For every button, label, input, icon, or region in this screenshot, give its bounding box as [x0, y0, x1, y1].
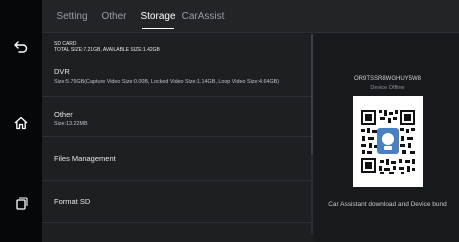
list-item-format-sd[interactable]: Format SD: [42, 180, 313, 223]
storage-list: SD CARD TOTAL SIZE:7.21GB, AVAILABLE SIZ…: [42, 34, 313, 242]
sd-card-size: TOTAL SIZE:7.21GB, AVAILABLE SIZE:1.42GB: [54, 47, 160, 53]
tab-bar: Setting Other Storage CarAssist: [42, 0, 459, 33]
tab-storage[interactable]: Storage: [134, 0, 182, 32]
tab-label: Other: [101, 10, 127, 22]
back-icon: [14, 41, 28, 53]
list-item-dvr[interactable]: DVR Size:5.79GB(Capture Video Size:0.00B…: [42, 54, 313, 97]
qr-caption: Car Assistant download and Device bund: [328, 201, 447, 208]
device-status: Device Offline: [370, 85, 405, 91]
qr-code: [353, 96, 423, 187]
tab-label: CarAssist: [181, 10, 225, 22]
tab-label: Storage: [140, 10, 176, 22]
device-panel: OR9TSSR8WGHUY5W8 Device Offline Car Assi…: [316, 34, 459, 242]
recent-apps-button[interactable]: [0, 189, 42, 217]
list-item-files-management[interactable]: Files Management: [42, 136, 313, 181]
tab-carassist[interactable]: CarAssist: [181, 0, 225, 32]
home-button[interactable]: [0, 109, 42, 137]
other-size: Size:13.22MB: [54, 121, 88, 127]
list-item-other[interactable]: Other Size:13.22MB: [42, 96, 313, 137]
screen: Setting Other Storage CarAssist SD CARD …: [0, 0, 459, 242]
dvr-title: DVR: [54, 67, 70, 76]
qr-code-icon: [361, 110, 415, 174]
tab-other[interactable]: Other: [97, 0, 131, 32]
scrollbar-thumb[interactable]: [311, 34, 313, 154]
sd-card-summary: SD CARD TOTAL SIZE:7.21GB, AVAILABLE SIZ…: [54, 41, 309, 53]
files-management-title: Files Management: [54, 154, 116, 163]
active-tab-indicator: [142, 28, 174, 29]
dvr-size: Size:5.79GB(Capture Video Size:0.00B, Lo…: [54, 79, 280, 85]
tab-setting[interactable]: Setting: [47, 0, 97, 32]
recent-apps-icon: [16, 197, 28, 210]
system-sidebar: [0, 0, 42, 242]
format-sd-title: Format SD: [54, 197, 91, 206]
other-title: Other: [54, 110, 73, 119]
home-icon: [14, 116, 28, 130]
tab-label: Setting: [56, 10, 88, 22]
back-button[interactable]: [0, 33, 42, 61]
device-id: OR9TSSR8WGHUY5W8: [353, 76, 421, 82]
scrollbar[interactable]: [311, 34, 313, 234]
